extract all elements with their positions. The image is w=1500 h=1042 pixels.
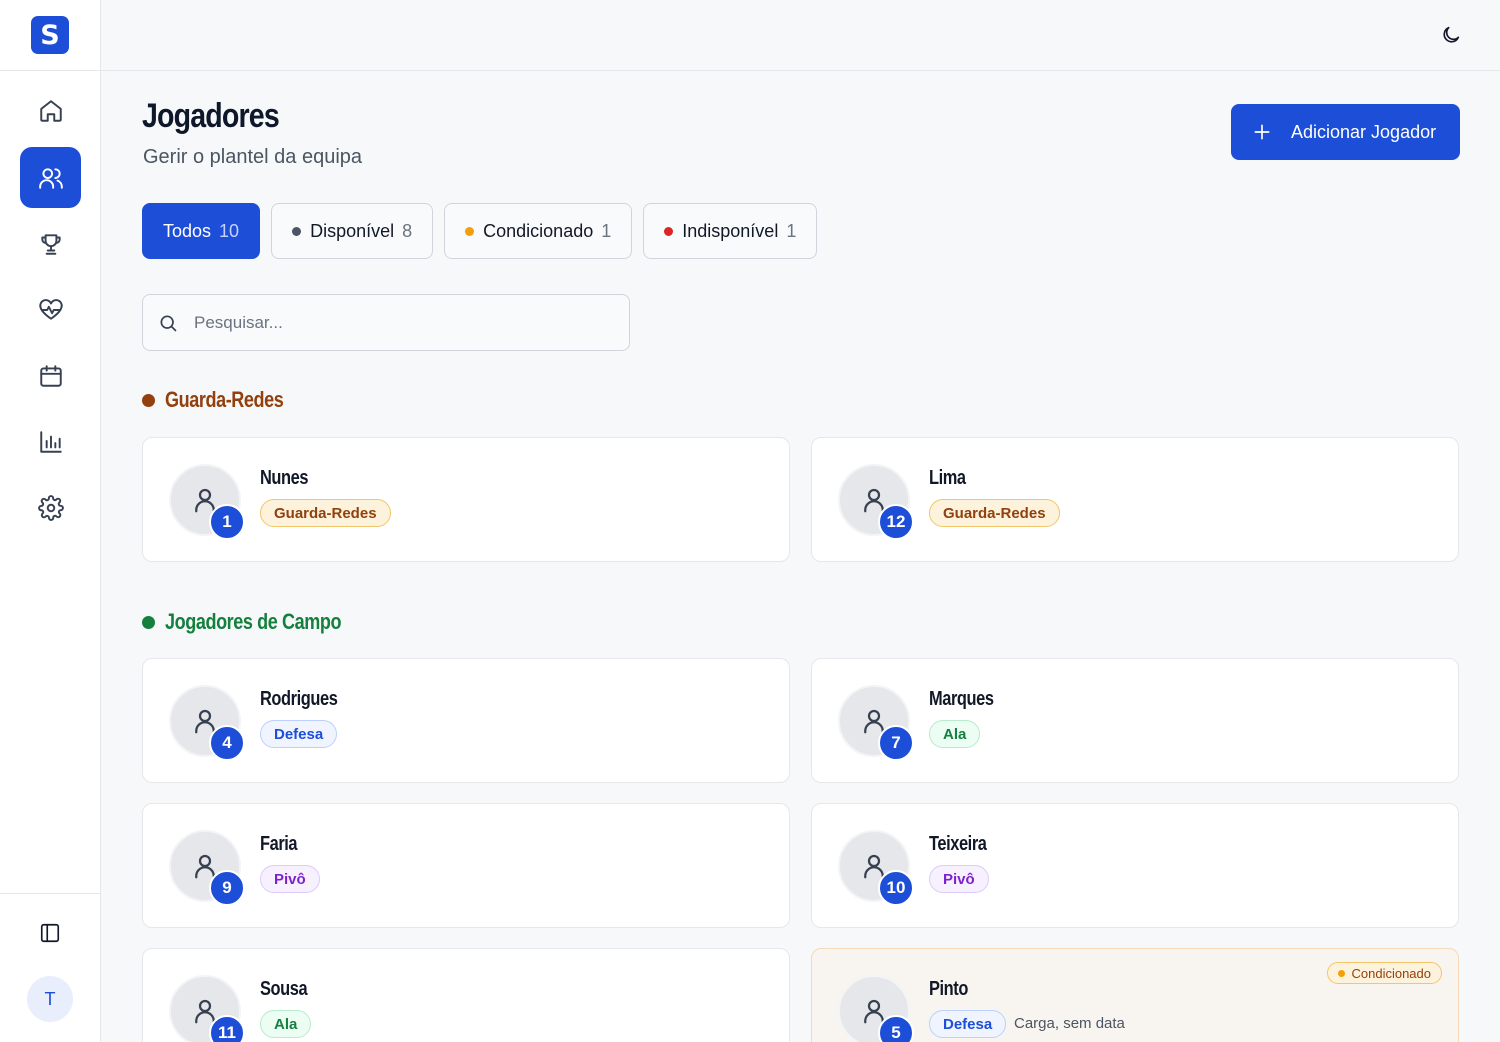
player-number: 9 (209, 870, 245, 906)
home-icon (39, 99, 62, 122)
filter-all[interactable]: Todos 10 (142, 203, 261, 259)
filter-label: Todos (163, 220, 212, 241)
player-number: 10 (878, 870, 914, 906)
search-input[interactable] (194, 312, 594, 333)
player-number: 12 (878, 504, 914, 540)
sidebar-item-stats[interactable] (20, 411, 81, 472)
position-badge: Pivô (929, 865, 989, 893)
sidebar-footer: T (0, 893, 100, 1042)
status-dot-conditioned (465, 226, 475, 236)
player-name: Faria (260, 833, 298, 855)
top-bar (101, 0, 1500, 71)
position-badge: Defesa (260, 720, 338, 748)
section-goalkeepers: Guarda-Redes (142, 387, 309, 413)
sidebar-item-players[interactable] (20, 147, 81, 208)
plus-icon (1251, 121, 1273, 143)
user-avatar[interactable]: T (27, 976, 73, 1022)
player-number: 1 (209, 504, 245, 540)
status-filters: Todos 10 Disponível 8 Condicionado 1 Ind… (142, 203, 818, 259)
player-card[interactable]: Condicionado 5 Pinto Defesa Carga, sem d… (811, 948, 1459, 1042)
player-card[interactable]: 11 Sousa Ala (142, 948, 790, 1042)
player-card[interactable]: 12 Lima Guarda-Redes (811, 437, 1459, 562)
player-card[interactable]: 9 Faria Pivô (142, 803, 790, 928)
theme-toggle-button[interactable] (1438, 22, 1464, 48)
status-note: Carga, sem data (1014, 1015, 1125, 1032)
status-badge: Condicionado (1327, 962, 1442, 984)
player-name: Nunes (260, 467, 309, 489)
player-name: Lima (929, 467, 966, 489)
users-icon (38, 167, 63, 189)
panel-left-icon (40, 923, 60, 943)
app-logo[interactable]: S (31, 16, 69, 54)
collapse-sidebar-button[interactable] (36, 919, 64, 947)
position-badge: Ala (260, 1010, 312, 1038)
filter-count: 10 (219, 220, 240, 241)
sidebar-item-home[interactable] (20, 80, 81, 141)
status-dot-conditioned (1338, 969, 1346, 977)
status-dot-available (292, 226, 302, 236)
filter-unavailable[interactable]: Indisponível 1 (643, 203, 818, 259)
section-title: Jogadores de Campo (165, 609, 342, 634)
search-icon (158, 313, 178, 333)
sidebar-item-health[interactable] (20, 279, 81, 340)
status-label: Condicionado (1351, 965, 1431, 981)
player-card[interactable]: 7 Marques Ala (811, 658, 1459, 783)
sidebar-item-calendar[interactable] (20, 345, 81, 406)
position-badge: Defesa (929, 1010, 1007, 1038)
add-player-label: Adicionar Jogador (1291, 121, 1437, 142)
player-card[interactable]: 4 Rodrigues Defesa (142, 658, 790, 783)
player-name: Marques (929, 688, 994, 710)
page-subtitle: Gerir o plantel da equipa (143, 146, 363, 168)
filter-count: 8 (402, 220, 413, 241)
filter-label: Disponível (310, 220, 395, 241)
trophy-icon (40, 233, 61, 255)
heart-pulse-icon (38, 298, 63, 320)
filter-count: 1 (786, 220, 797, 241)
status-dot-unavailable (664, 226, 674, 236)
player-number: 4 (209, 725, 245, 761)
sidebar-item-settings[interactable] (20, 477, 81, 538)
filter-available[interactable]: Disponível 8 (271, 203, 434, 259)
player-name: Pinto (929, 978, 968, 1000)
player-card[interactable]: 1 Nunes Guarda-Redes (142, 437, 790, 562)
sidebar: S T (0, 0, 101, 1042)
filter-label: Indisponível (682, 220, 779, 241)
sidebar-item-competitions[interactable] (20, 213, 81, 274)
filter-conditioned[interactable]: Condicionado 1 (444, 203, 633, 259)
section-title: Guarda-Redes (165, 387, 284, 412)
section-dot (142, 393, 155, 407)
gear-icon (37, 494, 64, 521)
player-name: Rodrigues (260, 688, 338, 710)
add-player-button[interactable]: Adicionar Jogador (1231, 104, 1460, 160)
player-name: Sousa (260, 978, 308, 1000)
logo-area: S (0, 0, 100, 71)
section-dot (142, 615, 155, 629)
position-badge: Ala (929, 720, 981, 748)
filter-count: 1 (601, 220, 612, 241)
player-number: 7 (878, 725, 914, 761)
calendar-icon (39, 364, 62, 387)
filter-label: Condicionado (483, 220, 594, 241)
search-box (142, 294, 630, 351)
section-field-players: Jogadores de Campo (142, 609, 380, 635)
player-name: Teixeira (929, 833, 987, 855)
bar-chart-icon (39, 430, 62, 453)
position-badge: Guarda-Redes (929, 499, 1060, 527)
position-badge: Guarda-Redes (260, 499, 391, 527)
moon-icon (1443, 26, 1460, 43)
player-card[interactable]: 10 Teixeira Pivô (811, 803, 1459, 928)
page-title: Jogadores (142, 97, 280, 135)
position-badge: Pivô (260, 865, 320, 893)
